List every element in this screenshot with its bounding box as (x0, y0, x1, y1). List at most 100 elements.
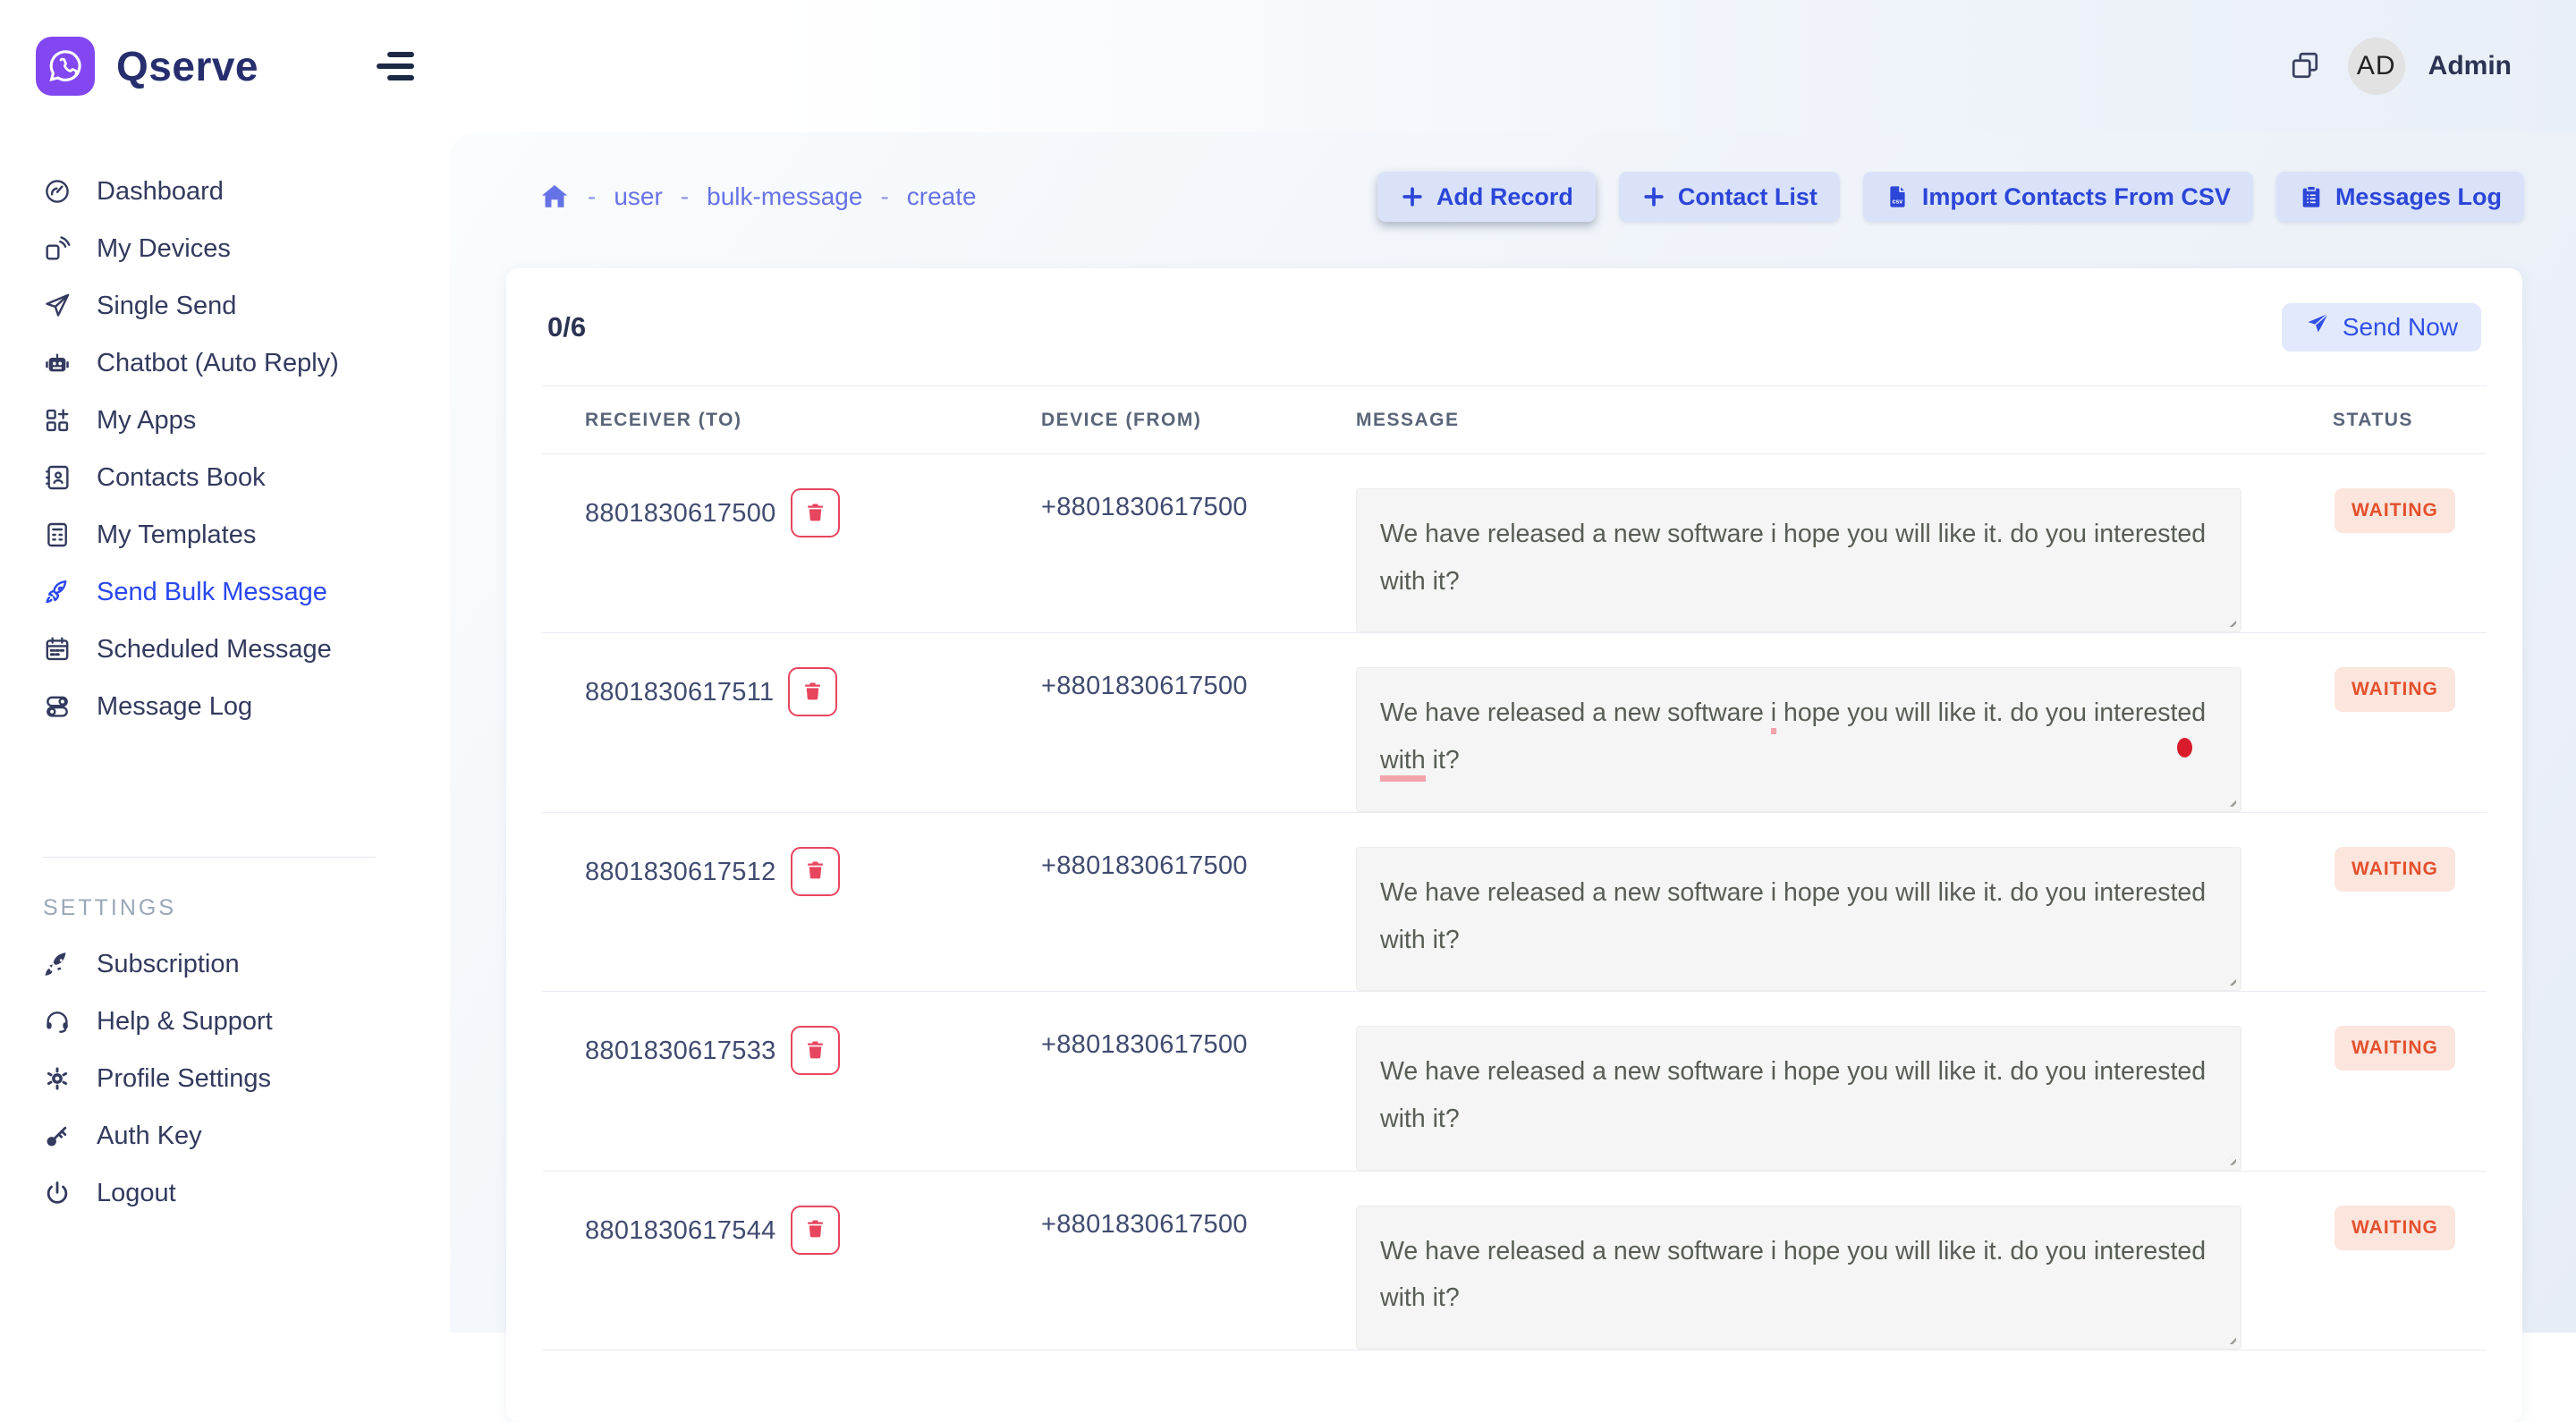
calendar-icon (43, 635, 72, 664)
message-text: We have released a new software i hope y… (1380, 698, 2206, 782)
table-row: 8801830617533 +8801830617500 We have rel… (542, 992, 2487, 1171)
table-row: 8801830617511 +8801830617500 We have rel… (542, 633, 2487, 812)
sidebar-toggle-icon[interactable] (373, 48, 414, 84)
col-header-receiver: RECEIVER (TO) (585, 410, 1041, 431)
sidebar-item-auth-key[interactable]: Auth Key (0, 1107, 450, 1164)
sidebar-item-profile-settings[interactable]: Profile Settings (0, 1050, 450, 1107)
sidebar-item-help-support[interactable]: Help & Support (0, 993, 450, 1050)
trash-icon (804, 1038, 826, 1063)
breadcrumb-separator: - (681, 182, 689, 211)
messages-log-button[interactable]: Messages Log (2276, 172, 2524, 222)
message-text: We have released a new software i hope y… (1380, 1237, 2206, 1313)
sidebar-item-my-apps[interactable]: My Apps (0, 392, 450, 449)
message-textarea[interactable]: We have released a new software i hope y… (1356, 1206, 2241, 1350)
breadcrumb-item-bulk-message[interactable]: bulk-message (707, 182, 862, 211)
settings-section-label: SETTINGS (43, 895, 450, 921)
status-badge: WAITING (2334, 488, 2455, 533)
table-row: 8801830617500 +8801830617500 We have rel… (542, 454, 2487, 633)
add-record-button[interactable]: Add Record (1377, 172, 1596, 222)
send-icon (2305, 311, 2330, 343)
sidebar-item-single-send[interactable]: Single Send (0, 277, 450, 334)
sidebar-item-my-templates[interactable]: My Templates (0, 506, 450, 563)
breadcrumb-separator: - (880, 182, 888, 211)
message-text: We have released a new software i hope y… (1380, 878, 2206, 954)
plus-icon (1400, 184, 1425, 209)
apps-plus-icon (43, 406, 72, 435)
sidebar-divider (43, 857, 376, 858)
device-number: +8801830617500 (1041, 493, 1356, 522)
trash-icon (804, 1217, 826, 1242)
message-textarea[interactable]: We have released a new software i hope y… (1356, 847, 2241, 991)
resize-handle-icon[interactable] (2223, 614, 2236, 627)
gauge-icon (43, 177, 72, 206)
rocket-filled-icon (43, 950, 72, 978)
trash-icon (801, 680, 824, 705)
breadcrumb-item-create[interactable]: create (907, 182, 977, 211)
delete-row-button[interactable] (791, 488, 840, 537)
bulk-message-card: 0/6 Send Now RECEIVER (TO) DEVICE (FROM)… (506, 268, 2522, 1422)
message-text: We have released a new software i hope y… (1380, 1057, 2206, 1133)
contact-list-button[interactable]: Contact List (1619, 172, 1840, 222)
power-icon (43, 1179, 72, 1207)
headset-icon (43, 1007, 72, 1036)
sidebar-item-scheduled-message[interactable]: Scheduled Message (0, 621, 450, 678)
trash-icon (804, 501, 826, 526)
sidebar-item-send-bulk-message[interactable]: Send Bulk Message (0, 563, 450, 621)
col-header-device: DEVICE (FROM) (1041, 410, 1356, 431)
sidebar-item-message-log[interactable]: Message Log (0, 678, 450, 735)
progress-counter: 0/6 (547, 311, 586, 343)
plus-icon (1641, 184, 1666, 209)
delete-row-button[interactable] (791, 1026, 840, 1075)
toolbar: Add Record Contact List csv Import Conta… (1377, 172, 2524, 222)
rocket-icon (43, 578, 72, 606)
table-row: 8801830617512 +8801830617500 We have rel… (542, 813, 2487, 992)
status-badge: WAITING (2334, 1206, 2455, 1250)
device-number: +8801830617500 (1041, 1210, 1356, 1240)
status-badge: WAITING (2334, 667, 2455, 712)
sidebar-item-chatbot-auto-reply[interactable]: Chatbot (Auto Reply) (0, 334, 450, 392)
csv-file-icon: csv (1885, 184, 1911, 209)
resize-handle-icon[interactable] (2223, 972, 2236, 986)
message-textarea[interactable]: We have released a new software i hope y… (1356, 488, 2241, 632)
breadcrumb: -user-bulk-message-create (539, 182, 977, 212)
sidebar-item-subscription[interactable]: Subscription (0, 935, 450, 993)
misspelled-word: i (1771, 698, 1776, 734)
contacts-book-icon (43, 463, 72, 492)
sidebar-item-my-devices[interactable]: My Devices (0, 220, 450, 277)
breadcrumb-item-user[interactable]: user (614, 182, 662, 211)
receiver-number: 8801830617544 (585, 1216, 776, 1246)
main-content: -user-bulk-message-create Add Record Con… (450, 132, 2576, 1333)
whatsapp-logo-icon (36, 37, 95, 96)
resize-handle-icon[interactable] (2223, 1331, 2236, 1344)
user-name[interactable]: Admin (2428, 51, 2512, 81)
delete-row-button[interactable] (788, 667, 837, 716)
avatar[interactable]: AD (2348, 38, 2405, 95)
home-icon[interactable] (539, 182, 570, 212)
template-icon (43, 521, 72, 549)
top-bar: Qserve AD Admin (0, 0, 2576, 132)
paper-plane-icon (43, 292, 72, 320)
delete-row-button[interactable] (791, 1206, 840, 1255)
sidebar-item-contacts-book[interactable]: Contacts Book (0, 449, 450, 506)
resize-handle-icon[interactable] (2223, 793, 2236, 807)
sidebar: Dashboard My Devices Single Send Chatbot… (0, 132, 450, 1333)
col-header-status: STATUS (2333, 410, 2487, 431)
brand-logo[interactable]: Qserve (36, 37, 258, 96)
message-textarea[interactable]: We have released a new software i hope y… (1356, 1026, 2241, 1170)
copy-pages-icon[interactable] (2285, 47, 2325, 86)
table-row: 8801830617544 +8801830617500 We have rel… (542, 1172, 2487, 1350)
breadcrumb-separator: - (588, 182, 596, 211)
receiver-number: 8801830617512 (585, 858, 776, 887)
resize-handle-icon[interactable] (2223, 1152, 2236, 1165)
delete-row-button[interactable] (791, 847, 840, 896)
sidebar-item-logout[interactable]: Logout (0, 1164, 450, 1222)
sidebar-item-dashboard[interactable]: Dashboard (0, 163, 450, 220)
clipboard-list-icon (2299, 184, 2324, 209)
receiver-number: 8801830617533 (585, 1037, 776, 1066)
import-csv-button[interactable]: csv Import Contacts From CSV (1863, 172, 2253, 222)
misspelled-word: with (1380, 746, 1426, 782)
messages-table: RECEIVER (TO) DEVICE (FROM) MESSAGE STAT… (542, 385, 2487, 1350)
send-now-button[interactable]: Send Now (2282, 303, 2481, 351)
message-textarea[interactable]: We have released a new software i hope y… (1356, 667, 2241, 811)
sidebar-nav: Dashboard My Devices Single Send Chatbot… (0, 132, 450, 735)
